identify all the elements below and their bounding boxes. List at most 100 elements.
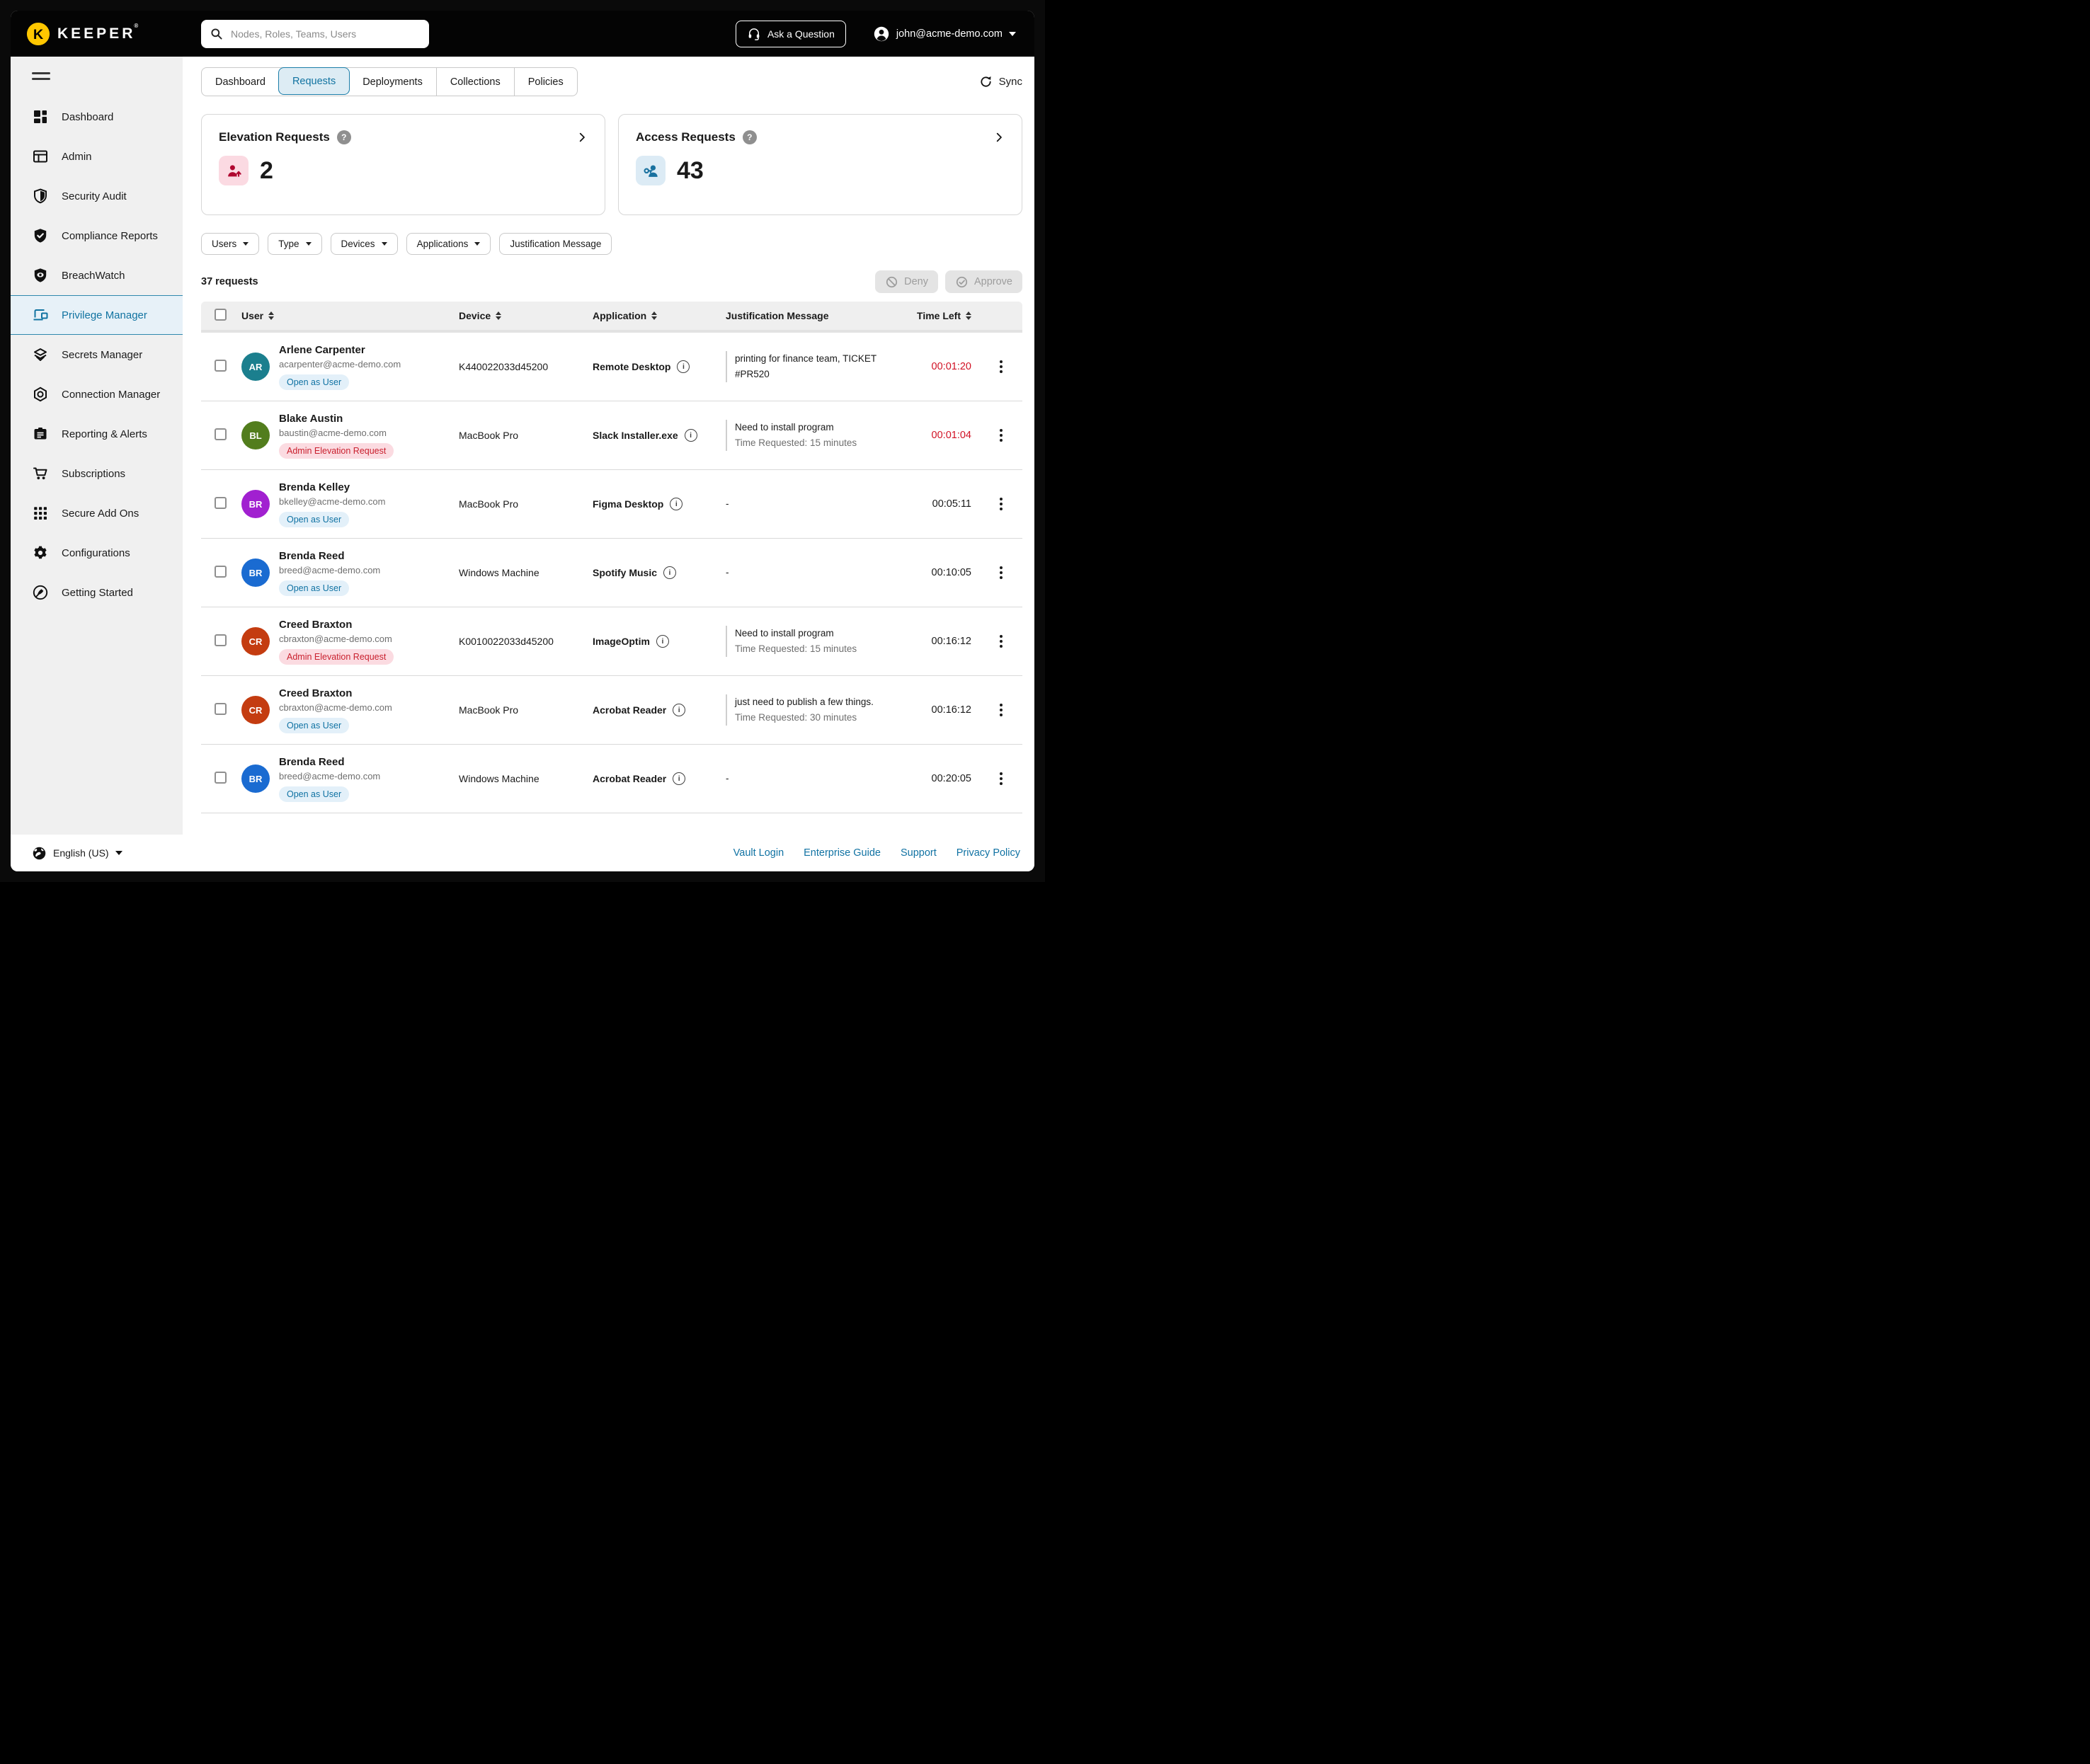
row-checkbox[interactable]	[215, 634, 227, 646]
deny-button[interactable]: Deny	[875, 270, 938, 293]
sidebar-item-secure-add-ons[interactable]: Secure Add Ons	[11, 493, 183, 533]
tab-requests[interactable]: Requests	[278, 67, 350, 95]
row-menu-button[interactable]	[995, 493, 1007, 515]
user-cell: BL Blake Austin baustin@acme-demo.com Ad…	[241, 413, 459, 459]
user-badge: Admin Elevation Request	[279, 443, 394, 459]
table-header: User Device Application Justification Me…	[201, 302, 1022, 333]
footer-link-enterprise-guide[interactable]: Enterprise Guide	[804, 847, 881, 859]
filter-applications[interactable]: Applications	[406, 233, 491, 255]
device-cell: MacBook Pro	[459, 430, 593, 441]
row-menu-button[interactable]	[995, 631, 1007, 652]
info-icon[interactable]	[656, 635, 669, 648]
ask-a-question-button[interactable]: Ask a Question	[736, 21, 846, 47]
avatar: BL	[241, 421, 270, 449]
info-icon[interactable]	[670, 498, 683, 510]
footer-link-support[interactable]: Support	[901, 847, 937, 859]
filter-label: Devices	[341, 239, 375, 249]
time-left: 00:01:20	[893, 361, 980, 372]
row-menu-cell	[980, 631, 1022, 652]
justification-message: printing for finance team, TICKET #PR520	[726, 351, 883, 382]
filter-justification-message[interactable]: Justification Message	[499, 233, 612, 255]
card-elevation-requests[interactable]: Elevation Requests 2	[201, 114, 605, 215]
row-menu-button[interactable]	[995, 768, 1007, 789]
reporting-alerts-icon	[32, 425, 49, 442]
info-icon[interactable]	[677, 360, 690, 373]
help-icon[interactable]	[743, 130, 757, 144]
card-access-requests[interactable]: Access Requests 43	[618, 114, 1022, 215]
tab-dashboard[interactable]: Dashboard	[202, 68, 279, 96]
user-cell: CR Creed Braxton cbraxton@acme-demo.com …	[241, 687, 459, 733]
globe-icon	[32, 846, 47, 861]
sidebar-item-breachwatch[interactable]: BreachWatch	[11, 256, 183, 295]
select-all-checkbox[interactable]	[215, 309, 227, 321]
row-checkbox[interactable]	[215, 497, 227, 509]
info-icon[interactable]	[663, 566, 676, 579]
compliance-reports-icon	[32, 227, 49, 244]
justification-cell: -	[726, 565, 893, 580]
row-menu-cell	[980, 356, 1022, 377]
row-menu-cell	[980, 699, 1022, 721]
account-menu[interactable]: john@acme-demo.com	[873, 25, 1016, 42]
sidebar-item-label: BreachWatch	[62, 270, 125, 282]
info-icon[interactable]	[685, 429, 697, 442]
application-cell: Figma Desktop	[593, 498, 726, 510]
row-checkbox[interactable]	[215, 703, 227, 715]
sidebar-item-getting-started[interactable]: Getting Started	[11, 573, 183, 612]
menu-toggle-icon[interactable]	[32, 72, 50, 80]
sidebar-item-secrets-manager[interactable]: Secrets Manager	[11, 335, 183, 374]
user-meta: Brenda Reed breed@acme-demo.com Open as …	[279, 550, 380, 596]
info-icon[interactable]	[673, 772, 685, 785]
footer-link-privacy-policy[interactable]: Privacy Policy	[957, 847, 1020, 859]
sidebar-item-admin[interactable]: Admin	[11, 137, 183, 176]
sidebar-item-subscriptions[interactable]: Subscriptions	[11, 454, 183, 493]
sidebar-item-label: Security Audit	[62, 190, 127, 202]
row-checkbox[interactable]	[215, 428, 227, 440]
filter-type[interactable]: Type	[268, 233, 321, 255]
column-header-user[interactable]: User	[241, 310, 459, 321]
tab-deployments[interactable]: Deployments	[349, 68, 436, 96]
filter-label: Users	[212, 239, 236, 249]
user-meta: Blake Austin baustin@acme-demo.com Admin…	[279, 413, 394, 459]
filter-devices[interactable]: Devices	[331, 233, 398, 255]
user-name: Creed Braxton	[279, 687, 392, 699]
row-menu-button[interactable]	[995, 699, 1007, 721]
info-icon[interactable]	[673, 704, 685, 716]
language-selector[interactable]: English (US)	[32, 846, 122, 861]
row-checkbox[interactable]	[215, 360, 227, 372]
justification-cell: Need to install program Time Requested: …	[726, 626, 893, 656]
sidebar-item-connection-manager[interactable]: Connection Manager	[11, 374, 183, 414]
row-checkbox-cell	[201, 497, 241, 511]
user-cell: CR Creed Braxton cbraxton@acme-demo.com …	[241, 619, 459, 665]
sidebar-item-dashboard[interactable]: Dashboard	[11, 97, 183, 137]
table-row: AR Arlene Carpenter acarpenter@acme-demo…	[201, 333, 1022, 401]
headset-icon	[747, 27, 761, 41]
sync-button[interactable]: Sync	[979, 75, 1022, 88]
sidebar-item-privilege-manager[interactable]: Privilege Manager	[11, 295, 183, 335]
chevron-right-icon[interactable]	[993, 132, 1005, 143]
row-menu-button[interactable]	[995, 562, 1007, 583]
row-menu-button[interactable]	[995, 356, 1007, 377]
column-header-application[interactable]: Application	[593, 310, 726, 321]
approve-button[interactable]: Approve	[945, 270, 1022, 293]
row-checkbox[interactable]	[215, 566, 227, 578]
column-header-device[interactable]: Device	[459, 310, 593, 321]
tab-collections[interactable]: Collections	[436, 68, 514, 96]
sidebar-item-compliance-reports[interactable]: Compliance Reports	[11, 216, 183, 256]
chevron-down-icon	[474, 242, 480, 246]
user-meta: Creed Braxton cbraxton@acme-demo.com Adm…	[279, 619, 394, 665]
sidebar-item-label: Dashboard	[62, 111, 113, 123]
filter-users[interactable]: Users	[201, 233, 259, 255]
sidebar-item-security-audit[interactable]: Security Audit	[11, 176, 183, 216]
footer-link-vault-login[interactable]: Vault Login	[733, 847, 784, 859]
help-icon[interactable]	[337, 130, 351, 144]
chevron-right-icon[interactable]	[576, 132, 588, 143]
tab-policies[interactable]: Policies	[514, 68, 577, 96]
search-input[interactable]	[229, 28, 421, 40]
sidebar-item-reporting-alerts[interactable]: Reporting & Alerts	[11, 414, 183, 454]
registered-mark: ®	[134, 23, 141, 29]
sidebar-item-configurations[interactable]: Configurations	[11, 533, 183, 573]
user-email: bkelley@acme-demo.com	[279, 496, 385, 507]
row-checkbox[interactable]	[215, 772, 227, 784]
column-header-time-left[interactable]: Time Left	[893, 310, 980, 321]
row-menu-button[interactable]	[995, 425, 1007, 446]
